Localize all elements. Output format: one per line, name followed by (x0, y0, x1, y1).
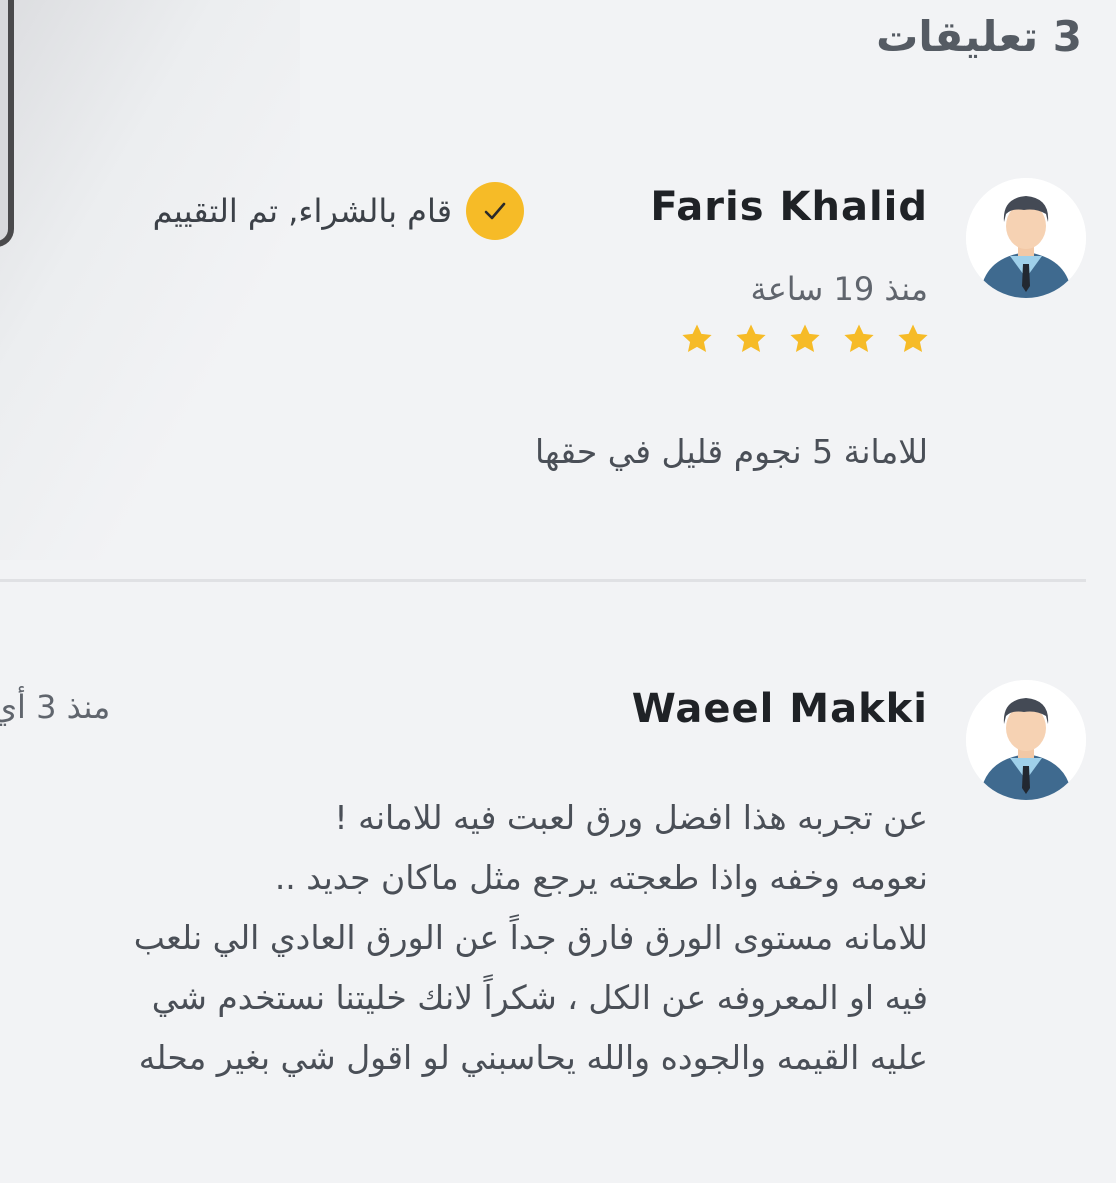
verified-purchase-badge: قام بالشراء, تم التقييم (153, 182, 524, 240)
reviewer-name[interactable]: Waeel Makki (632, 686, 928, 732)
review-body: عن تجربه هذا افضل ورق لعبت فيه للامانه !… (134, 788, 928, 1088)
review-line: فيه او المعروفه عن الكل ، شكراً لانك خلي… (151, 978, 928, 1017)
review-line: عليه القيمه والجوده والله يحاسبني لو اقو… (138, 1038, 928, 1077)
reviewer-name[interactable]: Faris Khalid (650, 184, 928, 230)
check-icon (466, 182, 524, 240)
verified-label: قام بالشراء, تم التقييم (152, 192, 452, 230)
star-icon (844, 324, 874, 353)
review-line: نعومه وخفه واذا طعجته يرجع مثل ماكان جدي… (274, 858, 928, 897)
review-line: للامانه مستوى الورق فارق جداً عن الورق ا… (133, 918, 928, 957)
review-time: منذ 19 ساعة (750, 270, 928, 308)
star-icon (898, 324, 928, 353)
user-avatar-icon[interactable] (966, 178, 1086, 298)
star-icon (790, 324, 820, 353)
review-time: منذ 3 أي (0, 688, 111, 726)
review-line: عن تجربه هذا افضل ورق لعبت فيه للامانه ! (334, 798, 928, 837)
user-avatar-icon[interactable] (966, 680, 1086, 800)
divider (0, 579, 1086, 582)
review-body: للامانة 5 نجوم قليل في حقها (534, 432, 928, 471)
device-bezel (0, 0, 14, 247)
star-icon (736, 324, 766, 353)
comments-count-title: 3 تعليقات (876, 12, 1082, 61)
star-icon (682, 324, 712, 353)
star-rating (680, 322, 930, 356)
background-shade (0, 0, 300, 560)
